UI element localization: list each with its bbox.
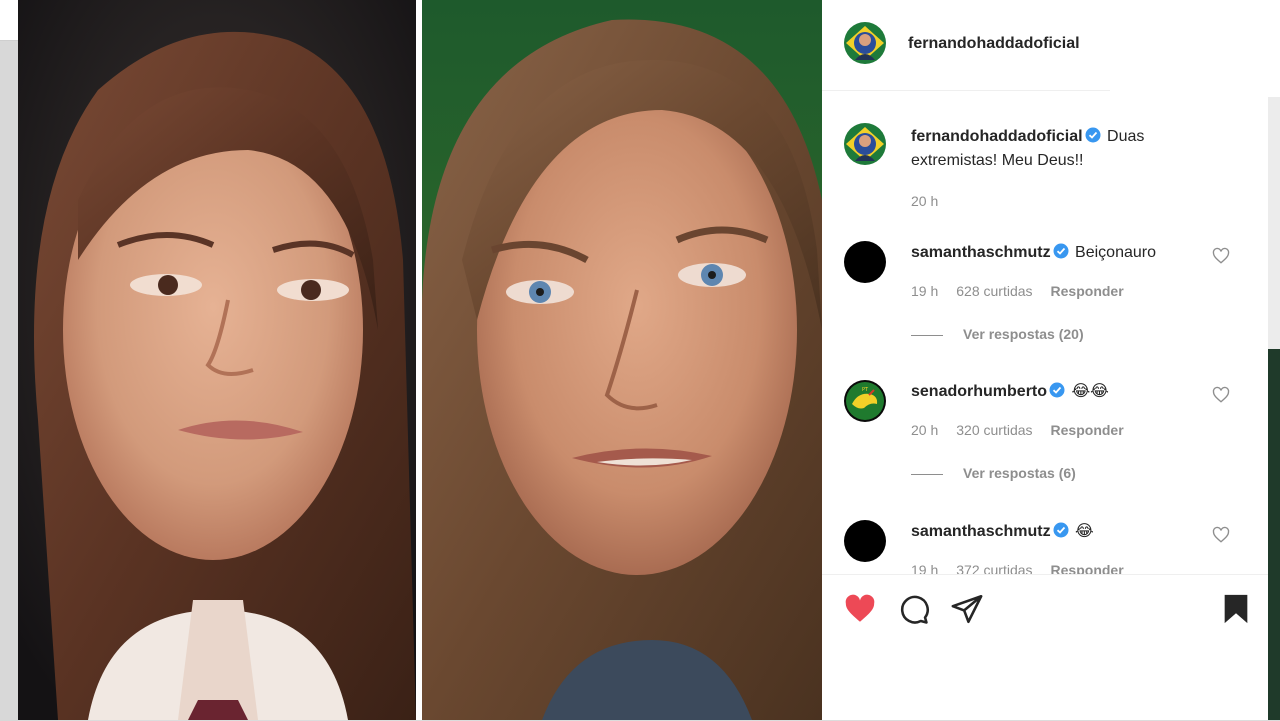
view-replies-button[interactable]: Ver respostas (20) bbox=[911, 326, 1084, 342]
view-replies-button[interactable]: Ver respostas (6) bbox=[911, 465, 1076, 481]
page-background-left bbox=[0, 40, 18, 721]
post-header: fernandohaddadoficial bbox=[822, 0, 1110, 91]
post-actions-bar bbox=[822, 574, 1268, 641]
like-comment-heart-icon[interactable] bbox=[1212, 386, 1230, 404]
post-photo-right bbox=[422, 0, 822, 720]
reply-button[interactable]: Responder bbox=[1051, 283, 1124, 299]
comment-item: samanthaschmutz Beiçonauro 19 h 628 curti… bbox=[822, 233, 1268, 373]
commenter-avatar[interactable] bbox=[844, 241, 886, 283]
page-background-right-gray bbox=[1268, 97, 1280, 349]
post-details-panel: fernandohaddadoficial fernandohaddadofic… bbox=[822, 0, 1268, 720]
view-replies-line bbox=[911, 473, 943, 475]
bookmark-filled-icon[interactable] bbox=[1219, 592, 1253, 626]
caption-username[interactable]: fernandohaddadoficial bbox=[911, 128, 1083, 145]
page-background-right-dark bbox=[1268, 349, 1280, 720]
comment-meta: 19 h 372 curtidas Responder bbox=[911, 562, 1142, 574]
commenter-avatar[interactable]: PT bbox=[844, 380, 886, 422]
comment-text-block: senadorhumberto 😂😂 bbox=[911, 380, 1109, 404]
verified-badge-icon bbox=[1085, 127, 1101, 143]
view-replies-label: Ver respostas (20) bbox=[963, 326, 1084, 342]
caption-time[interactable]: 20 h bbox=[911, 193, 938, 209]
author-username[interactable]: fernandohaddadoficial bbox=[908, 35, 1080, 53]
comments-list[interactable]: fernandohaddadoficial Duas extremistas! … bbox=[822, 97, 1268, 574]
caption-meta: 20 h bbox=[911, 193, 956, 209]
comment-item: samanthaschmutz 😂 19 h 372 curtidas Respon… bbox=[822, 512, 1268, 574]
author-avatar[interactable] bbox=[844, 22, 886, 64]
reply-button[interactable]: Responder bbox=[1051, 562, 1124, 574]
comment-item: PT senadorhumberto 😂😂 20 h 320 curtidas Re… bbox=[822, 372, 1268, 512]
comment-text-block: samanthaschmutz 😂 bbox=[911, 520, 1094, 544]
page-background-right bbox=[1268, 0, 1280, 97]
commenter-avatar[interactable] bbox=[844, 520, 886, 562]
page-background bbox=[0, 0, 18, 40]
comment-text: 😂😂 bbox=[1071, 383, 1109, 400]
comment-meta: 19 h 628 curtidas Responder bbox=[911, 283, 1142, 299]
comment-username[interactable]: samanthaschmutz bbox=[911, 523, 1051, 540]
comment-meta: 20 h 320 curtidas Responder bbox=[911, 422, 1142, 438]
like-comment-heart-icon[interactable] bbox=[1212, 526, 1230, 544]
caption-avatar[interactable] bbox=[844, 123, 886, 165]
comment-text: Beiçonauro bbox=[1075, 244, 1156, 261]
comment-likes[interactable]: 320 curtidas bbox=[956, 422, 1032, 438]
svg-text:PT: PT bbox=[862, 387, 869, 393]
comment-time[interactable]: 20 h bbox=[911, 422, 938, 438]
verified-badge-icon bbox=[1049, 382, 1065, 398]
verified-badge-icon bbox=[1053, 522, 1069, 538]
comment-time[interactable]: 19 h bbox=[911, 562, 938, 574]
post-caption: fernandohaddadoficial Duas extremistas! … bbox=[822, 97, 1268, 227]
comment-bubble-icon[interactable] bbox=[896, 592, 930, 626]
view-replies-line bbox=[911, 334, 943, 336]
comment-time[interactable]: 19 h bbox=[911, 283, 938, 299]
heart-filled-icon[interactable] bbox=[843, 592, 877, 626]
comment-text-block: samanthaschmutz Beiçonauro bbox=[911, 241, 1156, 265]
comment-username[interactable]: samanthaschmutz bbox=[911, 244, 1051, 261]
verified-badge-icon bbox=[1053, 243, 1069, 259]
comment-likes[interactable]: 372 curtidas bbox=[956, 562, 1032, 574]
reply-button[interactable]: Responder bbox=[1051, 422, 1124, 438]
post-photo-left bbox=[18, 0, 416, 720]
caption-text-block: fernandohaddadoficial Duas extremistas! … bbox=[911, 125, 1191, 173]
like-comment-heart-icon[interactable] bbox=[1212, 247, 1230, 265]
paper-plane-icon[interactable] bbox=[950, 592, 984, 626]
comment-likes[interactable]: 628 curtidas bbox=[956, 283, 1032, 299]
comment-text: 😂 bbox=[1075, 523, 1094, 540]
view-replies-label: Ver respostas (6) bbox=[963, 465, 1076, 481]
post-image[interactable] bbox=[18, 0, 822, 720]
comment-username[interactable]: senadorhumberto bbox=[911, 383, 1047, 400]
